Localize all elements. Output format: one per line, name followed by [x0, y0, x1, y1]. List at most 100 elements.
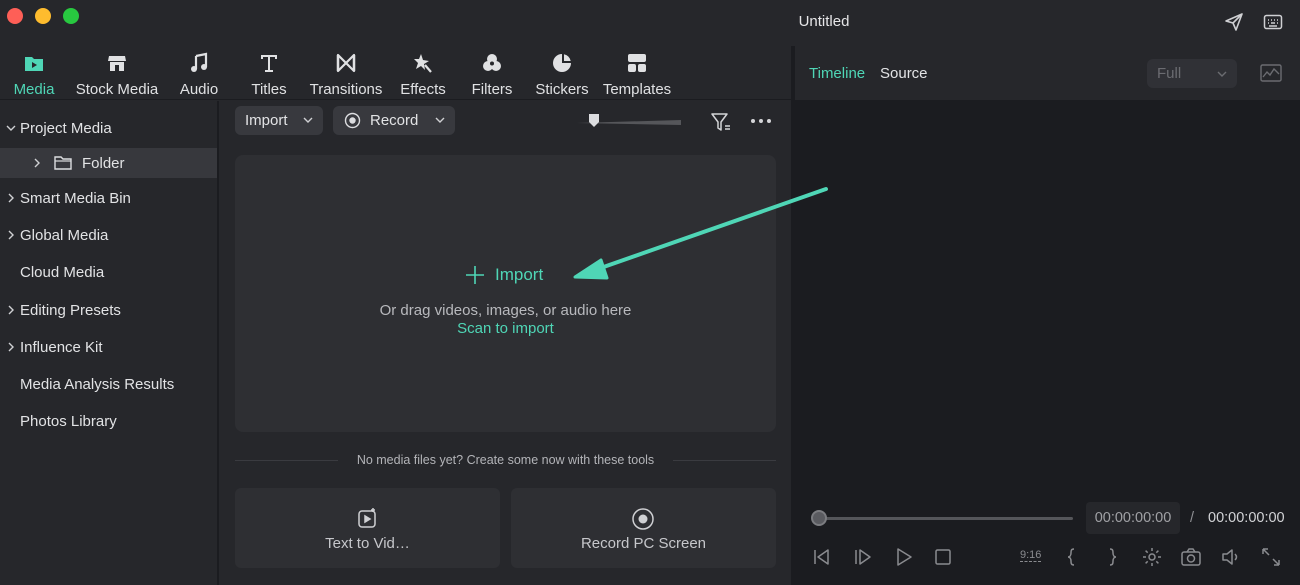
- sidebar-item-global-media[interactable]: Global Media: [0, 220, 217, 250]
- time-separator: /: [1190, 510, 1195, 526]
- templates-grid-icon: [628, 54, 646, 72]
- media-content: Import Record Import Or drag videos, ima…: [221, 101, 791, 585]
- sticker-icon: [553, 54, 571, 72]
- chevron-down-icon: [303, 117, 313, 123]
- chevron-right-icon[interactable]: [6, 192, 16, 204]
- tab-stock-media[interactable]: Stock Media: [75, 52, 159, 98]
- tab-audio[interactable]: Audio: [178, 52, 220, 98]
- filters-circles-icon: [483, 54, 501, 71]
- tab-label: Stickers: [535, 81, 589, 98]
- chevron-right-icon[interactable]: [6, 229, 16, 241]
- settings-gear-icon[interactable]: [1141, 546, 1163, 568]
- title-bar: Untitled: [0, 0, 1300, 46]
- sidebar-item-label: Photos Library: [20, 412, 117, 430]
- sidebar-item-editing-presets[interactable]: Editing Presets: [0, 295, 217, 325]
- previous-frame-icon[interactable]: [811, 546, 833, 568]
- record-dropdown-button[interactable]: Record: [333, 106, 455, 135]
- record-pc-screen-card[interactable]: Record PC Screen: [511, 488, 776, 568]
- tab-media[interactable]: Media: [13, 52, 55, 98]
- window-title: Untitled: [798, 13, 850, 30]
- import-dropdown-button[interactable]: Import: [235, 106, 323, 135]
- media-panel: Media Stock Media Audio Titles Transitio…: [0, 46, 791, 585]
- tab-stickers[interactable]: Stickers: [535, 52, 589, 98]
- media-folder-icon: [25, 57, 43, 71]
- stock-media-icon: [108, 56, 126, 71]
- plus-icon: [466, 266, 484, 284]
- waveform-chart-icon[interactable]: [1260, 63, 1282, 83]
- sidebar-item-photos-library[interactable]: Photos Library: [0, 406, 217, 436]
- chevron-down-icon[interactable]: [6, 122, 16, 134]
- keyboard-icon[interactable]: [1263, 12, 1283, 32]
- media-tabs: Media Stock Media Audio Titles Transitio…: [0, 46, 791, 100]
- volume-speaker-icon[interactable]: [1220, 546, 1242, 568]
- tab-timeline[interactable]: Timeline: [809, 65, 865, 82]
- scan-to-import-link[interactable]: Scan to import: [235, 320, 776, 337]
- import-dropdown-label: Import: [245, 112, 288, 129]
- sidebar-item-project-media[interactable]: Project Media: [0, 113, 217, 143]
- preview-quality-select[interactable]: Full: [1147, 59, 1237, 88]
- text-to-video-icon: [358, 508, 376, 528]
- slider-thumb[interactable]: [589, 114, 599, 127]
- tab-templates[interactable]: Templates: [602, 52, 672, 98]
- tool-card-label: Text to Vid…: [325, 535, 410, 552]
- current-time-field[interactable]: 00:00:00:00: [1086, 502, 1180, 534]
- tab-label: Stock Media: [75, 81, 159, 98]
- music-note-icon: [191, 52, 208, 72]
- next-frame-icon[interactable]: [853, 546, 875, 568]
- preview-header: Timeline Source Full: [795, 46, 1300, 100]
- tab-titles[interactable]: Titles: [249, 52, 289, 98]
- tab-label: Filters: [471, 81, 513, 98]
- sidebar-item-label: Smart Media Bin: [20, 189, 131, 207]
- mark-out-bracket-icon[interactable]: [1101, 546, 1123, 568]
- sidebar-item-folder[interactable]: Folder: [0, 148, 217, 178]
- folder-icon: [54, 156, 72, 170]
- sidebar-item-media-analysis-results[interactable]: Media Analysis Results: [0, 369, 217, 399]
- tab-label: Transitions: [309, 81, 383, 98]
- chevron-right-icon[interactable]: [32, 157, 42, 169]
- tab-label: Templates: [602, 81, 672, 98]
- playback-progress-bar[interactable]: [818, 517, 1073, 520]
- chevron-right-icon[interactable]: [6, 341, 16, 353]
- total-time: 00:00:00:00: [1208, 510, 1285, 526]
- aspect-ratio-button[interactable]: 9:16: [1017, 546, 1047, 568]
- sidebar-item-influence-kit[interactable]: Influence Kit: [0, 332, 217, 362]
- filter-funnel-icon[interactable]: [710, 111, 732, 133]
- tab-filters[interactable]: Filters: [470, 52, 514, 98]
- sidebar-item-label: Editing Presets: [20, 301, 121, 319]
- stop-icon[interactable]: [932, 546, 954, 568]
- import-link-label: Import: [495, 265, 544, 284]
- sidebar-item-label: Global Media: [20, 226, 109, 244]
- preview-panel: Timeline Source Full 00:00:00:00 / 00:00…: [795, 46, 1300, 585]
- tab-source[interactable]: Source: [880, 65, 928, 82]
- playback-controls: 00:00:00:00 / 00:00:00:00 9:16: [795, 496, 1300, 585]
- tab-label: Audio: [179, 81, 219, 98]
- text-to-video-card[interactable]: Text to Vid…: [235, 488, 500, 568]
- preview-quality-value: Full: [1157, 65, 1182, 82]
- record-screen-icon: [632, 508, 654, 530]
- no-media-caption: No media files yet? Create some now with…: [356, 453, 655, 467]
- sidebar-item-label: Project Media: [20, 119, 112, 137]
- media-drop-zone[interactable]: Import Or drag videos, images, or audio …: [235, 155, 776, 432]
- sidebar-item-label: Folder: [82, 154, 125, 172]
- playhead-knob[interactable]: [811, 510, 827, 526]
- tab-effects[interactable]: Effects: [400, 52, 446, 98]
- snapshot-camera-icon[interactable]: [1180, 546, 1202, 568]
- aspect-ratio-label: 9:16: [1020, 549, 1042, 562]
- tab-transitions[interactable]: Transitions: [309, 52, 383, 98]
- media-sidebar: Project Media Folder Smart Media Bin Glo…: [0, 101, 219, 585]
- chevron-right-icon[interactable]: [6, 304, 16, 316]
- mark-in-bracket-icon[interactable]: [1061, 546, 1083, 568]
- preview-canvas[interactable]: [795, 100, 1300, 504]
- transition-bowtie-icon: [336, 53, 356, 73]
- more-options-icon[interactable]: [750, 118, 772, 124]
- sidebar-item-smart-media-bin[interactable]: Smart Media Bin: [0, 183, 217, 213]
- record-icon: [344, 112, 361, 129]
- import-media-link[interactable]: Import: [465, 265, 543, 285]
- sidebar-item-label: Influence Kit: [20, 338, 103, 356]
- tab-label: Titles: [251, 81, 287, 98]
- fullscreen-expand-icon[interactable]: [1260, 546, 1282, 568]
- play-icon[interactable]: [893, 546, 915, 568]
- send-paper-plane-icon[interactable]: [1224, 12, 1244, 32]
- sidebar-item-cloud-media[interactable]: Cloud Media: [0, 257, 217, 287]
- chevron-down-icon: [1217, 71, 1227, 77]
